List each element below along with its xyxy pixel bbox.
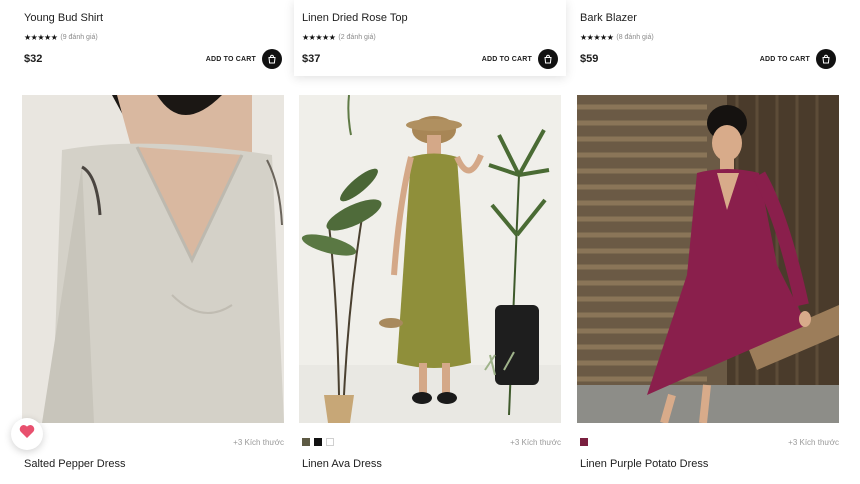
rating: ★★★★★ (2 đánh giá) [302, 33, 558, 42]
rating: ★★★★★ (8 đánh giá) [580, 33, 836, 42]
more-sizes-label[interactable]: +3 Kích thước [788, 438, 839, 447]
product-image-salted-pepper-dress[interactable] [22, 95, 284, 423]
product-name[interactable]: Linen Ava Dress [302, 458, 382, 470]
more-sizes-label[interactable]: +3 Kích thước [510, 438, 561, 447]
color-swatch-white[interactable] [326, 438, 334, 446]
add-to-cart-button[interactable]: ADD TO CART [482, 49, 558, 69]
star-rating-icon: ★★★★★ [24, 33, 58, 42]
color-swatch-purple[interactable] [580, 438, 588, 446]
product-meta-linen-ava-dress: +3 Kích thước [302, 436, 561, 448]
heart-icon[interactable] [19, 424, 35, 444]
product-name[interactable]: Young Bud Shirt [24, 12, 282, 24]
add-to-cart-button[interactable]: ADD TO CART [760, 49, 836, 69]
product-name[interactable]: Salted Pepper Dress [24, 458, 126, 470]
add-to-cart-label[interactable]: ADD TO CART [206, 56, 256, 63]
product-meta-linen-purple-potato-dress: +3 Kích thước [580, 436, 839, 448]
product-meta-salted-pepper-dress: +3 Kích thước [22, 436, 284, 448]
color-swatches [580, 438, 588, 446]
shopping-bag-icon[interactable] [262, 49, 282, 69]
add-to-cart-label[interactable]: ADD TO CART [482, 56, 532, 63]
star-rating-icon: ★★★★★ [580, 33, 614, 42]
color-swatch-olive[interactable] [302, 438, 310, 446]
product-card-young-bud-shirt[interactable]: Young Bud Shirt ★★★★★ (9 đánh giá) $32 A… [22, 0, 284, 76]
shopping-bag-icon[interactable] [538, 49, 558, 69]
product-image-linen-ava-dress[interactable] [299, 95, 561, 423]
add-to-cart-button[interactable]: ADD TO CART [206, 49, 282, 69]
product-image-linen-purple-potato-dress[interactable] [577, 95, 839, 423]
star-rating-icon: ★★★★★ [302, 33, 336, 42]
shopping-bag-icon[interactable] [816, 49, 836, 69]
review-count: (2 đánh giá) [338, 34, 376, 41]
product-price: $32 [24, 53, 43, 65]
product-name[interactable]: Linen Purple Potato Dress [580, 458, 708, 470]
product-price: $59 [580, 53, 599, 65]
color-swatch-black[interactable] [314, 438, 322, 446]
rating: ★★★★★ (9 đánh giá) [24, 33, 282, 42]
product-name[interactable]: Linen Dried Rose Top [302, 12, 558, 24]
color-swatches [302, 438, 334, 446]
product-card-bark-blazer[interactable]: Bark Blazer ★★★★★ (8 đánh giá) $59 ADD T… [578, 0, 838, 76]
product-card-linen-dried-rose-top[interactable]: Linen Dried Rose Top ★★★★★ (2 đánh giá) … [294, 0, 566, 76]
review-count: (9 đánh giá) [60, 34, 98, 41]
wishlist-button[interactable] [11, 418, 43, 450]
add-to-cart-label[interactable]: ADD TO CART [760, 56, 810, 63]
more-sizes-label[interactable]: +3 Kích thước [233, 438, 284, 447]
review-count: (8 đánh giá) [616, 34, 654, 41]
product-name[interactable]: Bark Blazer [580, 12, 836, 24]
product-price: $37 [302, 53, 321, 65]
